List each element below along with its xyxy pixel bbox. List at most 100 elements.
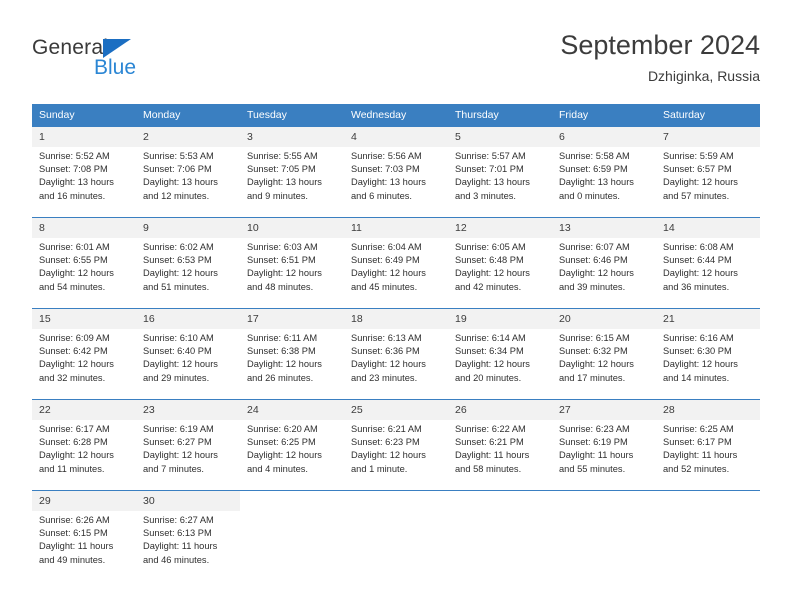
- day-details: Sunrise: 5:53 AM Sunset: 7:06 PM Dayligh…: [136, 147, 240, 203]
- sunset-text: Sunset: 6:23 PM: [351, 437, 420, 448]
- calendar-header-row: Sunday Monday Tuesday Wednesday Thursday…: [32, 104, 760, 127]
- day-details: Sunrise: 6:25 AM Sunset: 6:17 PM Dayligh…: [656, 420, 760, 476]
- calendar-week-row: 29 Sunrise: 6:26 AM Sunset: 6:15 PM Dayl…: [32, 490, 760, 581]
- sunset-text: Sunset: 6:55 PM: [39, 255, 108, 266]
- daylight-text-line2: and 57 minutes.: [663, 190, 730, 201]
- daylight-text-line2: and 54 minutes.: [39, 281, 106, 292]
- day-cell[interactable]: 7 Sunrise: 5:59 AM Sunset: 6:57 PM Dayli…: [656, 127, 760, 218]
- day-cell[interactable]: 2 Sunrise: 5:53 AM Sunset: 7:06 PM Dayli…: [136, 127, 240, 218]
- daylight-text-line1: Daylight: 12 hours: [39, 359, 114, 370]
- daylight-text-line2: and 7 minutes.: [143, 463, 204, 474]
- general-blue-logo[interactable]: General Blue: [32, 36, 252, 86]
- day-number: 1: [32, 127, 136, 147]
- daylight-text-line1: Daylight: 12 hours: [351, 268, 426, 279]
- day-cell[interactable]: 30 Sunrise: 6:27 AM Sunset: 6:13 PM Dayl…: [136, 490, 240, 581]
- day-cell[interactable]: 22 Sunrise: 6:17 AM Sunset: 6:28 PM Dayl…: [32, 399, 136, 491]
- calendar-week-row: 1 Sunrise: 5:52 AM Sunset: 7:08 PM Dayli…: [32, 127, 760, 218]
- sunset-text: Sunset: 6:34 PM: [455, 346, 524, 357]
- day-details: Sunrise: 5:56 AM Sunset: 7:03 PM Dayligh…: [344, 147, 448, 203]
- daylight-text-line2: and 12 minutes.: [143, 190, 210, 201]
- day-number: 17: [240, 309, 344, 329]
- sunrise-text: Sunrise: 6:25 AM: [663, 424, 734, 434]
- sunrise-text: Sunrise: 6:04 AM: [351, 242, 422, 252]
- day-details: Sunrise: 6:20 AM Sunset: 6:25 PM Dayligh…: [240, 420, 344, 476]
- day-cell[interactable]: 26 Sunrise: 6:22 AM Sunset: 6:21 PM Dayl…: [448, 399, 552, 491]
- day-cell[interactable]: 23 Sunrise: 6:19 AM Sunset: 6:27 PM Dayl…: [136, 399, 240, 491]
- day-cell[interactable]: 28 Sunrise: 6:25 AM Sunset: 6:17 PM Dayl…: [656, 399, 760, 491]
- day-cell[interactable]: 18 Sunrise: 6:13 AM Sunset: 6:36 PM Dayl…: [344, 308, 448, 400]
- day-number: 20: [552, 309, 656, 329]
- daylight-text-line2: and 0 minutes.: [559, 190, 620, 201]
- sunrise-text: Sunrise: 6:27 AM: [143, 515, 214, 525]
- day-cell[interactable]: 19 Sunrise: 6:14 AM Sunset: 6:34 PM Dayl…: [448, 308, 552, 400]
- day-cell[interactable]: 20 Sunrise: 6:15 AM Sunset: 6:32 PM Dayl…: [552, 308, 656, 400]
- day-number: [344, 491, 448, 511]
- day-cell[interactable]: 14 Sunrise: 6:08 AM Sunset: 6:44 PM Dayl…: [656, 217, 760, 309]
- day-details: Sunrise: 6:17 AM Sunset: 6:28 PM Dayligh…: [32, 420, 136, 476]
- sunrise-text: Sunrise: 5:53 AM: [143, 151, 214, 161]
- day-cell[interactable]: 27 Sunrise: 6:23 AM Sunset: 6:19 PM Dayl…: [552, 399, 656, 491]
- daylight-text-line2: and 49 minutes.: [39, 554, 106, 565]
- daylight-text-line2: and 48 minutes.: [247, 281, 314, 292]
- weekday-header-thursday: Thursday: [448, 104, 552, 127]
- day-cell[interactable]: 1 Sunrise: 5:52 AM Sunset: 7:08 PM Dayli…: [32, 127, 136, 218]
- day-cell[interactable]: 21 Sunrise: 6:16 AM Sunset: 6:30 PM Dayl…: [656, 308, 760, 400]
- day-cell[interactable]: 6 Sunrise: 5:58 AM Sunset: 6:59 PM Dayli…: [552, 127, 656, 218]
- sunrise-text: Sunrise: 5:55 AM: [247, 151, 318, 161]
- daylight-text-line1: Daylight: 11 hours: [559, 450, 634, 461]
- day-cell[interactable]: 16 Sunrise: 6:10 AM Sunset: 6:40 PM Dayl…: [136, 308, 240, 400]
- daylight-text-line2: and 23 minutes.: [351, 372, 418, 383]
- daylight-text-line1: Daylight: 12 hours: [39, 268, 114, 279]
- day-cell[interactable]: 24 Sunrise: 6:20 AM Sunset: 6:25 PM Dayl…: [240, 399, 344, 491]
- day-cell[interactable]: 13 Sunrise: 6:07 AM Sunset: 6:46 PM Dayl…: [552, 217, 656, 309]
- day-cell[interactable]: 5 Sunrise: 5:57 AM Sunset: 7:01 PM Dayli…: [448, 127, 552, 218]
- day-cell[interactable]: 10 Sunrise: 6:03 AM Sunset: 6:51 PM Dayl…: [240, 217, 344, 309]
- sunrise-text: Sunrise: 5:56 AM: [351, 151, 422, 161]
- day-cell[interactable]: 17 Sunrise: 6:11 AM Sunset: 6:38 PM Dayl…: [240, 308, 344, 400]
- sunrise-text: Sunrise: 5:52 AM: [39, 151, 110, 161]
- day-cell-empty: [240, 490, 344, 581]
- sunset-text: Sunset: 7:01 PM: [455, 164, 524, 175]
- day-cell[interactable]: 4 Sunrise: 5:56 AM Sunset: 7:03 PM Dayli…: [344, 127, 448, 218]
- day-cell[interactable]: 29 Sunrise: 6:26 AM Sunset: 6:15 PM Dayl…: [32, 490, 136, 581]
- day-cell[interactable]: 25 Sunrise: 6:21 AM Sunset: 6:23 PM Dayl…: [344, 399, 448, 491]
- day-number: [656, 491, 760, 511]
- sunrise-text: Sunrise: 6:17 AM: [39, 424, 110, 434]
- daylight-text-line1: Daylight: 12 hours: [455, 359, 530, 370]
- daylight-text-line1: Daylight: 12 hours: [559, 359, 634, 370]
- day-details: Sunrise: 6:22 AM Sunset: 6:21 PM Dayligh…: [448, 420, 552, 476]
- day-number: 4: [344, 127, 448, 147]
- day-cell[interactable]: 3 Sunrise: 5:55 AM Sunset: 7:05 PM Dayli…: [240, 127, 344, 218]
- day-cell[interactable]: 11 Sunrise: 6:04 AM Sunset: 6:49 PM Dayl…: [344, 217, 448, 309]
- calendar-body: 1 Sunrise: 5:52 AM Sunset: 7:08 PM Dayli…: [32, 127, 760, 581]
- sunset-text: Sunset: 7:03 PM: [351, 164, 420, 175]
- sunset-text: Sunset: 6:59 PM: [559, 164, 628, 175]
- day-cell[interactable]: 12 Sunrise: 6:05 AM Sunset: 6:48 PM Dayl…: [448, 217, 552, 309]
- day-number: 28: [656, 400, 760, 420]
- weekday-header-friday: Friday: [552, 104, 656, 127]
- day-number: 10: [240, 218, 344, 238]
- day-cell[interactable]: 8 Sunrise: 6:01 AM Sunset: 6:55 PM Dayli…: [32, 217, 136, 309]
- daylight-text-line2: and 14 minutes.: [663, 372, 730, 383]
- daylight-text-line1: Daylight: 12 hours: [351, 359, 426, 370]
- day-details: Sunrise: 6:14 AM Sunset: 6:34 PM Dayligh…: [448, 329, 552, 385]
- day-number: 9: [136, 218, 240, 238]
- day-details: Sunrise: 5:59 AM Sunset: 6:57 PM Dayligh…: [656, 147, 760, 203]
- daylight-text-line1: Daylight: 12 hours: [247, 268, 322, 279]
- title-block: September 2024 Dzhiginka, Russia: [560, 28, 760, 86]
- daylight-text-line2: and 32 minutes.: [39, 372, 106, 383]
- daylight-text-line1: Daylight: 13 hours: [143, 177, 218, 188]
- daylight-text-line1: Daylight: 12 hours: [143, 359, 218, 370]
- sunset-text: Sunset: 6:17 PM: [663, 437, 732, 448]
- sunset-text: Sunset: 6:53 PM: [143, 255, 212, 266]
- day-cell[interactable]: 9 Sunrise: 6:02 AM Sunset: 6:53 PM Dayli…: [136, 217, 240, 309]
- day-number: 5: [448, 127, 552, 147]
- sunset-text: Sunset: 6:32 PM: [559, 346, 628, 357]
- sunset-text: Sunset: 6:30 PM: [663, 346, 732, 357]
- day-cell[interactable]: 15 Sunrise: 6:09 AM Sunset: 6:42 PM Dayl…: [32, 308, 136, 400]
- day-number: [240, 491, 344, 511]
- sunrise-text: Sunrise: 6:08 AM: [663, 242, 734, 252]
- daylight-text-line1: Daylight: 11 hours: [663, 450, 738, 461]
- day-details: Sunrise: 6:21 AM Sunset: 6:23 PM Dayligh…: [344, 420, 448, 476]
- daylight-text-line2: and 42 minutes.: [455, 281, 522, 292]
